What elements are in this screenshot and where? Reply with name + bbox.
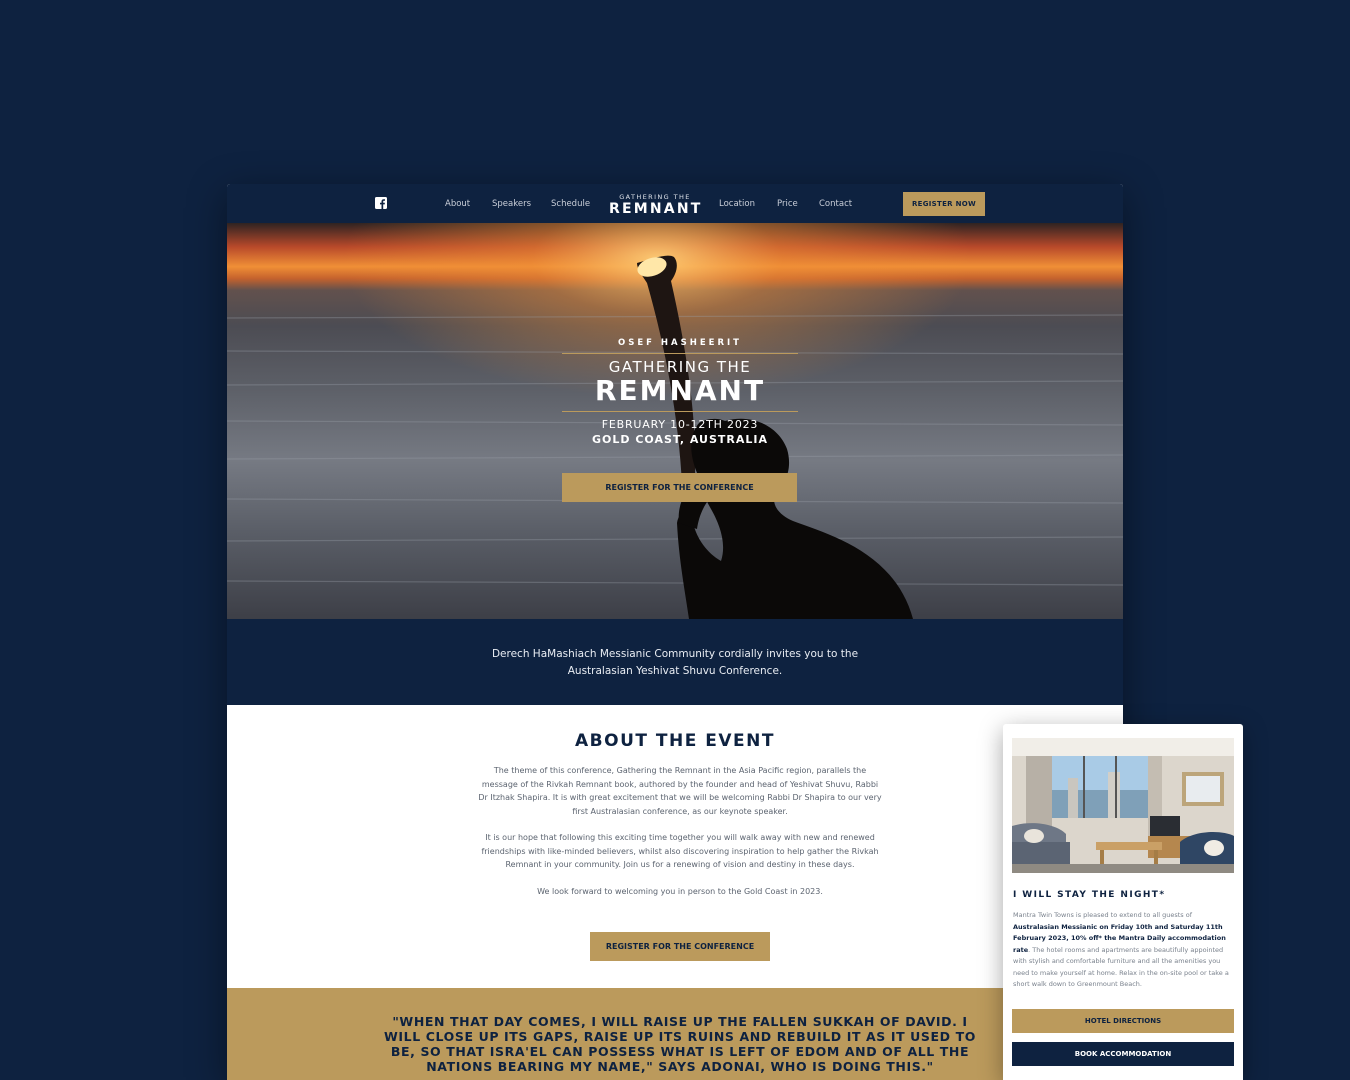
nav-link-about[interactable]: About: [445, 199, 470, 209]
accommodation-card: I WILL STAY THE NIGHT* Mantra Twin Towns…: [1003, 724, 1243, 1080]
accommodation-title: I WILL STAY THE NIGHT*: [1013, 890, 1166, 900]
scripture-quote-section: "WHEN THAT DAY COMES, I WILL RAISE UP TH…: [227, 988, 1123, 1080]
hero-divider-bottom: [562, 411, 798, 412]
about-register-button[interactable]: REGISTER FOR THE CONFERENCE: [590, 932, 770, 961]
invitation-line2: Australasian Yeshivat Shuvu Conference.: [567, 665, 783, 677]
book-accommodation-button[interactable]: BOOK ACCOMMODATION: [1012, 1042, 1234, 1066]
invitation-text: Derech HaMashiach Messianic Community co…: [465, 646, 885, 680]
invitation-section: Derech HaMashiach Messianic Community co…: [227, 619, 1123, 705]
nav-link-schedule[interactable]: Schedule: [551, 199, 590, 209]
about-heading: ABOUT THE EVENT: [575, 731, 775, 751]
website-page: About Speakers Schedule GATHERING THE RE…: [227, 184, 1123, 1080]
about-paragraph-1: The theme of this conference, Gathering …: [478, 766, 882, 816]
hero-text-block: OSEF HASHEERIT GATHERING THE REMNANT FEB…: [562, 338, 798, 446]
about-text: The theme of this conference, Gathering …: [477, 764, 883, 911]
invitation-line1: Derech HaMashiach Messianic Community co…: [491, 648, 859, 660]
hotel-directions-button[interactable]: HOTEL DIRECTIONS: [1012, 1009, 1234, 1033]
top-navigation: About Speakers Schedule GATHERING THE RE…: [227, 184, 1123, 223]
hero-banner: OSEF HASHEERIT GATHERING THE REMNANT FEB…: [227, 223, 1123, 619]
accommodation-intro: Mantra Twin Towns is pleased to extend t…: [1013, 911, 1192, 919]
nav-link-speakers[interactable]: Speakers: [492, 199, 531, 209]
accommodation-description: Mantra Twin Towns is pleased to extend t…: [1013, 910, 1235, 991]
hero-title-line2: REMNANT: [594, 374, 766, 407]
about-paragraph-2: It is our hope that following this excit…: [481, 833, 879, 869]
site-logo[interactable]: GATHERING THE REMNANT: [609, 193, 701, 217]
logo-small-text: GATHERING THE: [619, 193, 691, 201]
register-now-button[interactable]: REGISTER NOW: [903, 192, 985, 216]
hero-register-button[interactable]: REGISTER FOR THE CONFERENCE: [562, 473, 797, 502]
about-section: ABOUT THE EVENT The theme of this confer…: [227, 705, 1123, 988]
scripture-quote: "WHEN THAT DAY COMES, I WILL RAISE UP TH…: [384, 1014, 976, 1074]
nav-link-location[interactable]: Location: [719, 199, 755, 209]
facebook-icon[interactable]: [375, 197, 387, 209]
hero-kicker: OSEF HASHEERIT: [618, 338, 742, 348]
nav-link-price[interactable]: Price: [777, 199, 798, 209]
hero-location: GOLD COAST, AUSTRALIA: [592, 433, 768, 446]
hotel-room-photo: [1012, 738, 1234, 873]
hero-divider-top: [562, 353, 798, 354]
logo-big-text: REMNANT: [609, 201, 703, 217]
nav-link-contact[interactable]: Contact: [819, 199, 852, 209]
hero-date: FEBRUARY 10-12TH 2023: [601, 418, 759, 431]
accommodation-details: . The hotel rooms and apartments are bea…: [1013, 945, 1229, 989]
about-paragraph-3: We look forward to welcoming you in pers…: [537, 886, 823, 896]
